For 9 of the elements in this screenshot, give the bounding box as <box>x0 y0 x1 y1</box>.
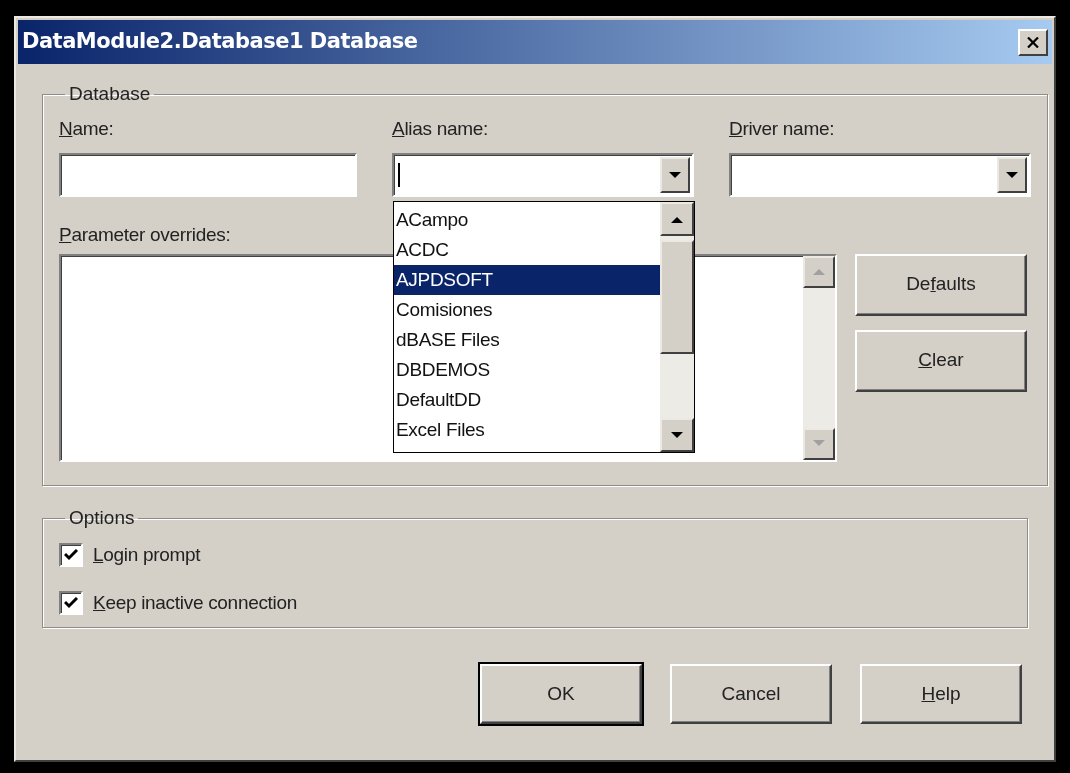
field-label: Alias name: <box>392 116 489 141</box>
field-label: Parameter overrides: <box>59 224 231 245</box>
field-label: Name: <box>59 116 115 141</box>
field-label: Driver name: <box>729 116 836 141</box>
checkbox-label: Login prompt <box>93 542 201 567</box>
window-title: DataModule2.Database1 Database <box>22 28 418 56</box>
group-title: Options <box>68 506 136 530</box>
checkbox-label: Keep inactive connection <box>93 591 298 615</box>
group-title: Database <box>68 82 152 106</box>
